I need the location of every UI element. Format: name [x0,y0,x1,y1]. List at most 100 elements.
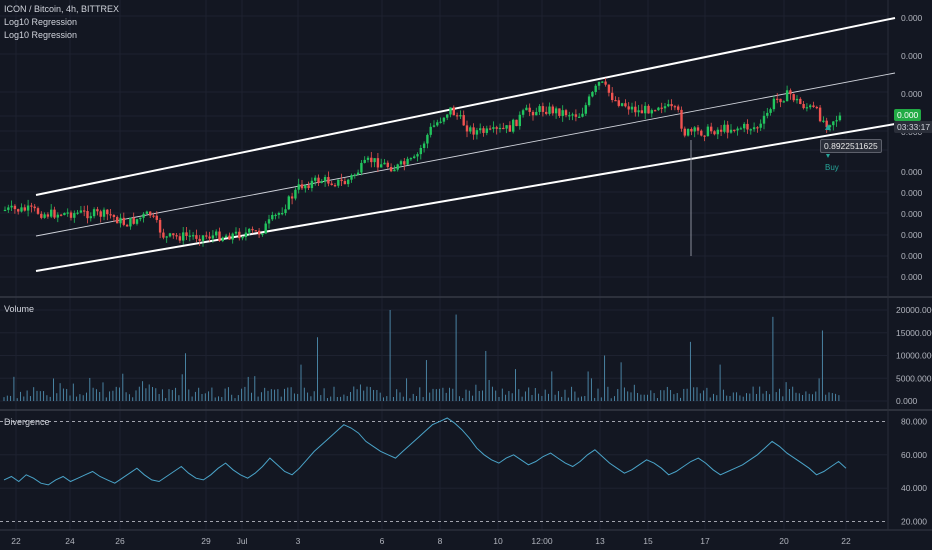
candle-body [347,179,350,185]
candle-body [449,107,452,115]
candle-body [363,159,366,163]
candle-body [624,103,627,107]
candle-body [393,169,396,172]
candle-body [660,107,663,109]
candle-body [465,125,469,132]
candle-body [551,106,554,114]
candle-body [719,129,723,132]
candle-body [294,189,297,199]
candle-body [696,127,700,131]
candle-body [254,230,257,232]
candle-body [531,111,535,116]
candle-body [304,185,307,189]
x-tick-label: 26 [115,536,125,546]
candle-body [389,167,393,172]
price-tick-label: 0.000 [901,230,923,240]
candle-body [366,157,370,160]
volume-tick-label: 20000.000 [896,305,932,315]
candle-body [360,162,363,173]
candle-body [188,235,191,237]
candle-body [403,161,406,165]
price-annotation[interactable]: 0.8922511625 [820,139,882,153]
volume-tick-label: 0.000 [896,396,918,406]
candle-body [710,126,713,132]
candle-body [191,235,195,237]
candle-body [752,127,756,130]
candle-body [429,126,432,135]
candle-body [812,105,815,107]
candle-body [53,209,56,218]
x-tick-label: 22 [11,536,21,546]
candle-body [310,180,314,189]
candle-body [409,158,413,160]
candle-body [271,214,274,220]
candle-body [284,209,287,214]
candle-body [63,212,66,216]
candle-body [498,127,502,130]
candle-body [545,111,548,114]
candle-body [495,127,498,129]
candle-body [776,98,779,100]
candle-body [683,128,686,136]
candle-body [224,235,228,238]
candle-body [637,110,640,113]
candle-body [172,233,175,236]
candle-body [241,237,244,239]
candle-body [416,154,419,157]
channel-upper-line [35,17,896,196]
candle-body [281,213,284,215]
candle-body [20,207,23,212]
indicator-label-2[interactable]: Log10 Regression [4,30,77,40]
candle-body [350,175,353,180]
x-tick-label: 17 [700,536,710,546]
candle-body [617,100,620,106]
candle-body [528,107,531,112]
candle-body [508,125,512,132]
x-tick-label: 8 [438,536,443,546]
candle-body [838,115,842,121]
candle-body [330,183,333,186]
candle-body [538,106,541,112]
candle-body [472,127,475,135]
candle-body [446,114,449,118]
channel-lower-line [35,123,896,272]
indicator-label-1[interactable]: Log10 Regression [4,17,77,27]
candle-body [356,172,360,175]
candle-body [485,128,488,133]
candle-body [46,214,50,217]
candle-body [106,209,109,215]
candle-body [587,96,591,106]
candle-body [50,209,53,217]
candle-body [59,214,63,216]
candle-body [667,104,670,107]
candle-body [630,106,634,110]
candle-body [13,205,17,210]
candle-body [274,214,277,217]
candle-body [769,109,772,113]
candle-body [327,177,330,184]
buy-signal-label: Buy [825,163,839,172]
candle-body [505,125,508,129]
trading-chart[interactable]: 0.000 0.000 0.000 0.000 0.000 0.000 0.000 0.000… [0,0,932,550]
candle-body [432,125,436,127]
candle-body [723,124,726,132]
candle-body [706,126,710,137]
candle-body [33,206,36,209]
candle-body [746,123,749,130]
candle-body [185,232,188,236]
candle-body [756,127,759,129]
candle-body [601,81,604,83]
candle-body [680,109,683,129]
candle-body [251,228,254,231]
candle-body [729,129,733,133]
candle-body [439,121,442,123]
candle-body [759,123,762,128]
candle-body [178,236,182,241]
candle-body [693,127,696,132]
candle-body [805,107,809,109]
candle-body [231,233,234,240]
candle-body [152,215,155,217]
candle-body [26,205,30,211]
symbol-title[interactable]: ICON / Bitcoin, 4h, BITTREX [4,4,119,14]
candle-body [574,114,578,117]
